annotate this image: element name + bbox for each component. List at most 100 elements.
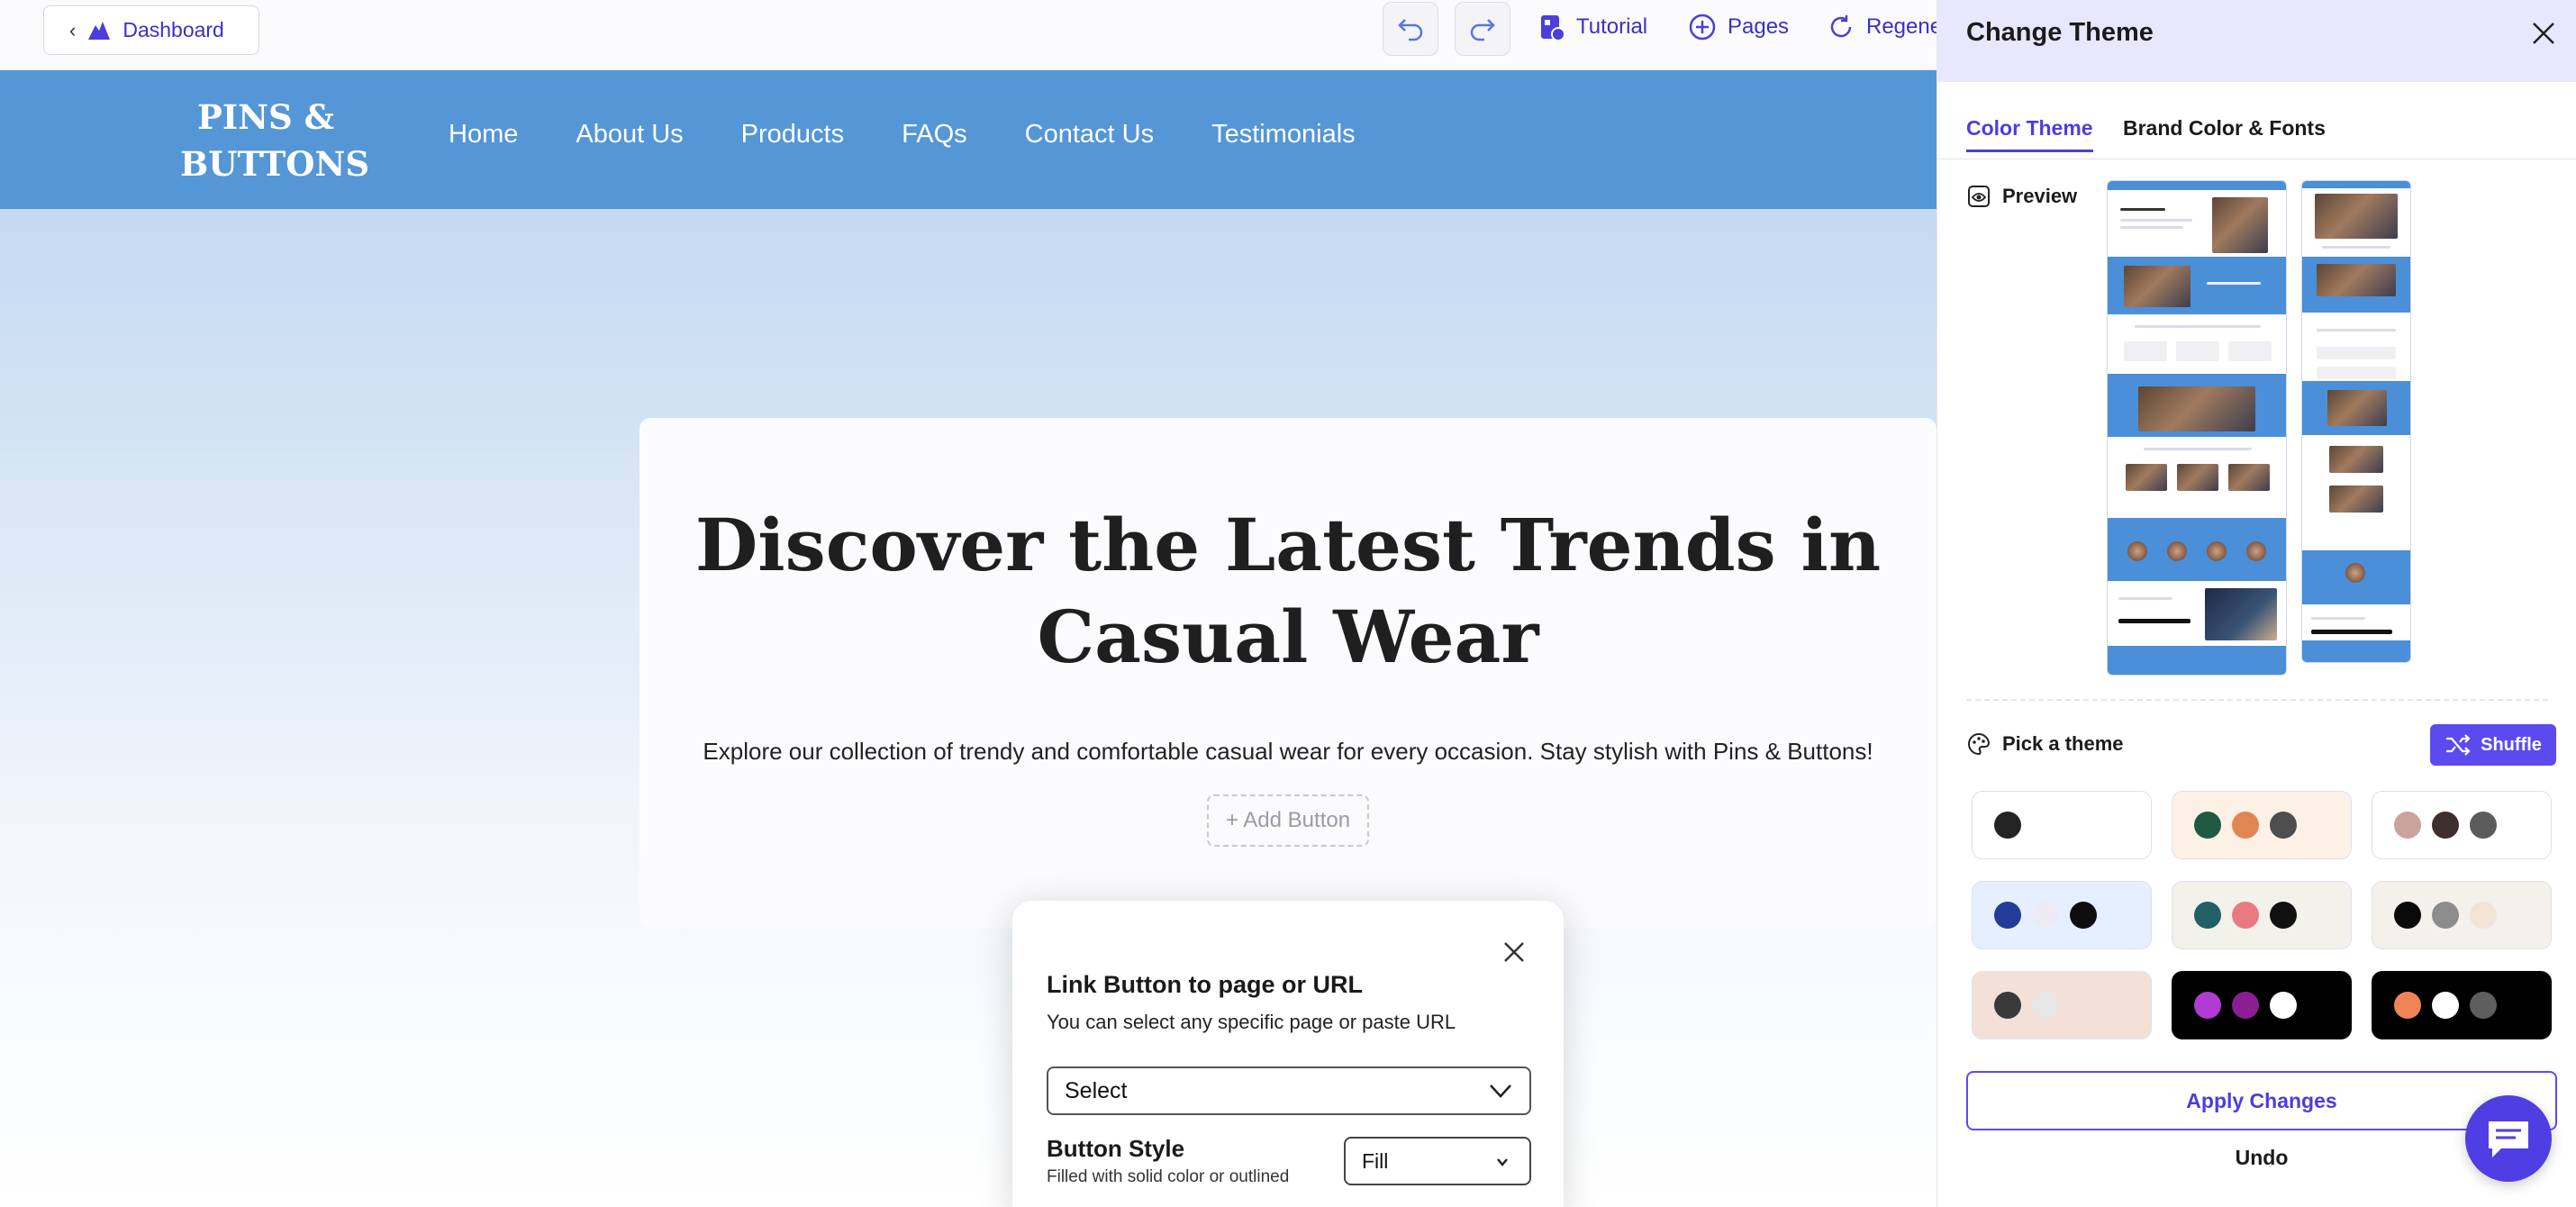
theme-color-dot — [2470, 992, 2497, 1019]
hero-title-line1: Discover the Latest Trends in — [694, 503, 1882, 587]
shuffle-icon — [2446, 734, 2471, 756]
tab-color-theme[interactable]: Color Theme — [1966, 116, 2093, 152]
theme-color-dot — [2432, 902, 2459, 929]
tab-brand-color-fonts[interactable]: Brand Color & Fonts — [2123, 116, 2326, 141]
mobile-preview — [2301, 180, 2411, 663]
panel-tabs: Color Theme Brand Color & Fonts — [1937, 82, 2576, 159]
button-style-select[interactable]: Fill — [1344, 1137, 1531, 1185]
preview-card — [2124, 341, 2167, 361]
refresh-icon — [1830, 15, 1852, 38]
theme-color-dot — [2270, 992, 2297, 1019]
preview-heading: Preview — [1966, 184, 2077, 209]
link-button-popup: Link Button to page or URL You can selec… — [1012, 901, 1564, 1207]
theme-swatch[interactable] — [1972, 881, 2152, 949]
preview-image — [2329, 486, 2383, 513]
preview-avatar — [2207, 541, 2227, 561]
hero-subtitle[interactable]: Explore our collection of trendy and com… — [639, 738, 1937, 766]
preview-card — [2176, 341, 2219, 361]
page-url-select[interactable]: Select — [1047, 1066, 1531, 1115]
theme-swatch[interactable] — [2172, 881, 2352, 949]
pick-theme-label: Pick a theme — [2002, 732, 2124, 755]
site-nav: Home About Us Products FAQs Contact Us T… — [449, 120, 1356, 150]
redo-button[interactable] — [1455, 2, 1510, 56]
theme-color-dot — [2470, 812, 2497, 839]
chevron-down-icon — [1490, 1084, 1511, 1098]
regenerate-label: Regene — [1866, 14, 1943, 39]
preview-card — [2317, 347, 2396, 359]
dashboard-button[interactable]: ‹ Dashboard — [43, 5, 259, 55]
regenerate-button[interactable]: Regene — [1827, 13, 1942, 41]
preview-text-line — [2317, 329, 2396, 331]
nav-item-about-us[interactable]: About Us — [576, 120, 683, 150]
close-icon[interactable] — [2528, 18, 2559, 49]
preview-footer — [2302, 640, 2410, 662]
hero-section[interactable]: Discover the Latest Trends in Casual Wea… — [639, 418, 1937, 928]
tutorial-icon — [1541, 15, 1565, 41]
theme-swatch[interactable] — [1972, 971, 2152, 1039]
section-divider — [1966, 699, 2548, 701]
preview-footer — [2108, 646, 2286, 675]
nav-item-home[interactable]: Home — [449, 120, 518, 150]
theme-swatch[interactable] — [2172, 791, 2352, 859]
site-logo-line1: PINS & — [197, 97, 334, 137]
preview-image — [2315, 194, 2398, 239]
tutorial-label: Tutorial — [1576, 14, 1648, 39]
theme-color-dot — [2232, 902, 2259, 929]
nav-item-faqs[interactable]: FAQs — [902, 120, 967, 150]
button-style-value: Fill — [1362, 1148, 1389, 1173]
hero-title[interactable]: Discover the Latest Trends in Casual Wea… — [639, 499, 1937, 683]
theme-swatch[interactable] — [2372, 881, 2552, 949]
chat-button[interactable] — [2465, 1095, 2552, 1182]
button-style-subtitle: Filled with solid color or outlined — [1047, 1167, 1290, 1186]
theme-color-dot — [2194, 902, 2221, 929]
chevron-left-icon: ‹ — [69, 18, 77, 41]
page-url-select-value: Select — [1065, 1077, 1128, 1103]
theme-color-dot — [2394, 812, 2421, 839]
close-icon[interactable] — [1501, 939, 1528, 966]
preview-card — [2228, 341, 2272, 361]
theme-color-dot — [2232, 812, 2259, 839]
theme-color-dot — [2032, 902, 2059, 929]
preview-text-line — [2207, 282, 2261, 285]
button-style-title: Button Style — [1047, 1135, 1185, 1162]
site-logo[interactable]: PINS & BUTTONS — [180, 94, 369, 187]
theme-color-dot — [2194, 992, 2221, 1019]
preview-avatar — [2167, 541, 2187, 561]
preview-nav-bar — [2108, 181, 2286, 190]
theme-swatch[interactable] — [1972, 791, 2152, 859]
nav-item-products[interactable]: Products — [741, 120, 844, 150]
preview-image — [2126, 464, 2167, 491]
tutorial-button[interactable]: Tutorial — [1537, 13, 1647, 41]
desktop-preview — [2107, 180, 2287, 676]
preview-image — [2228, 464, 2270, 491]
dashboard-label: Dashboard — [122, 18, 224, 41]
editor-toolbar: ‹ Dashboard Tutorial Pages Regene — [0, 0, 1942, 70]
theme-color-dot — [1994, 902, 2021, 929]
theme-swatch[interactable] — [2372, 791, 2552, 859]
preview-avatar — [2246, 541, 2266, 561]
nav-item-testimonials[interactable]: Testimonials — [1211, 120, 1356, 150]
undo-button[interactable] — [1383, 2, 1438, 56]
preview-avatar — [2345, 563, 2365, 583]
theme-swatch[interactable] — [2372, 971, 2552, 1039]
theme-color-dot — [1994, 992, 2021, 1019]
preview-button — [2311, 630, 2392, 634]
pages-button[interactable]: Pages — [1688, 13, 1789, 41]
theme-swatch[interactable] — [2172, 971, 2352, 1039]
nav-item-contact-us[interactable]: Contact Us — [1025, 120, 1154, 150]
preview-avatar — [2127, 541, 2147, 561]
preview-heading-line — [2120, 208, 2165, 211]
add-button[interactable]: + Add Button — [1207, 794, 1369, 847]
shuffle-button[interactable]: Shuffle — [2430, 724, 2556, 766]
preview-image — [2177, 464, 2218, 491]
preview-label: Preview — [2002, 185, 2078, 207]
chevron-down-icon — [1497, 1158, 1508, 1166]
preview-text-line — [2135, 325, 2261, 328]
change-theme-panel: Change Theme Color Theme Brand Color & F… — [1937, 0, 2576, 1207]
popup-subtitle: You can select any specific page or past… — [1047, 1011, 1456, 1033]
app-logo-icon — [88, 21, 111, 40]
site-header: PINS & BUTTONS Home About Us Products FA… — [0, 70, 1937, 209]
redo-icon — [1470, 19, 1495, 41]
palette-icon — [1968, 732, 1991, 756]
preview-image — [2317, 264, 2396, 296]
